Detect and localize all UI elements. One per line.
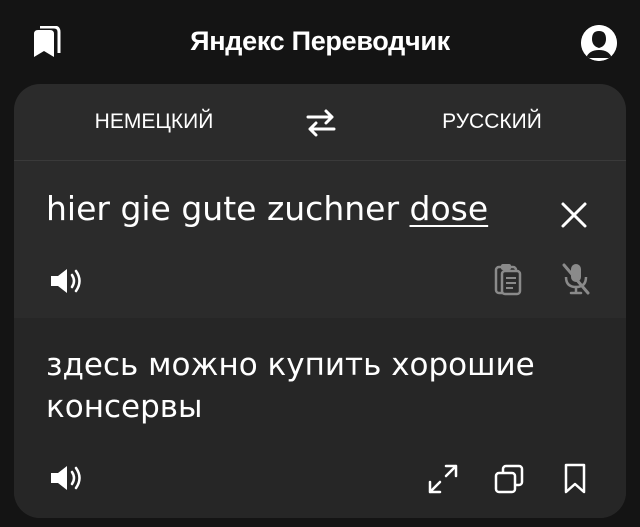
speaker-icon <box>51 269 81 293</box>
source-language-button[interactable]: НЕМЕЦКИЙ <box>74 106 234 138</box>
user-avatar-button[interactable] <box>581 25 617 61</box>
speaker-icon <box>51 466 81 490</box>
mic-off-icon <box>562 263 590 295</box>
clear-button[interactable] <box>560 201 588 233</box>
app-header: Яндекс Переводчик <box>0 0 640 84</box>
source-input-panel: hier gie gute zuchner dose <box>14 161 626 318</box>
fullscreen-button[interactable] <box>427 463 459 499</box>
translator-card: НЕМЕЦКИЙ РУССКИЙ hier gie gute zuchner d… <box>14 84 626 518</box>
translation-text: здесь можно купить хорошие консервы <box>46 347 535 425</box>
language-selector: НЕМЕЦКИЙ РУССКИЙ <box>14 84 626 161</box>
source-text-plain: hier gie gute zuchner <box>46 189 410 228</box>
swap-languages-button[interactable] <box>304 108 338 138</box>
user-avatar-icon <box>581 25 617 61</box>
paste-button[interactable] <box>492 261 524 301</box>
source-text-input[interactable]: hier gie gute zuchner dose <box>46 189 526 228</box>
expand-icon <box>428 464 458 494</box>
bookmark-icon <box>564 463 586 494</box>
source-text-misspelled-word[interactable]: dose <box>410 189 489 228</box>
clipboard-icon <box>494 264 522 296</box>
copy-icon <box>494 464 524 494</box>
target-language-button[interactable]: РУССКИЙ <box>412 106 572 138</box>
bookmark-button[interactable] <box>561 462 589 500</box>
microphone-button[interactable] <box>560 261 592 301</box>
translation-speak-button[interactable] <box>48 463 88 497</box>
source-speak-button[interactable] <box>48 266 88 300</box>
translation-output-panel: здесь можно купить хорошие консервы <box>14 318 626 518</box>
close-icon <box>561 202 587 228</box>
swap-arrows-icon <box>306 109 336 137</box>
copy-button[interactable] <box>493 463 525 499</box>
app-title: Яндекс Переводчик <box>190 26 450 56</box>
